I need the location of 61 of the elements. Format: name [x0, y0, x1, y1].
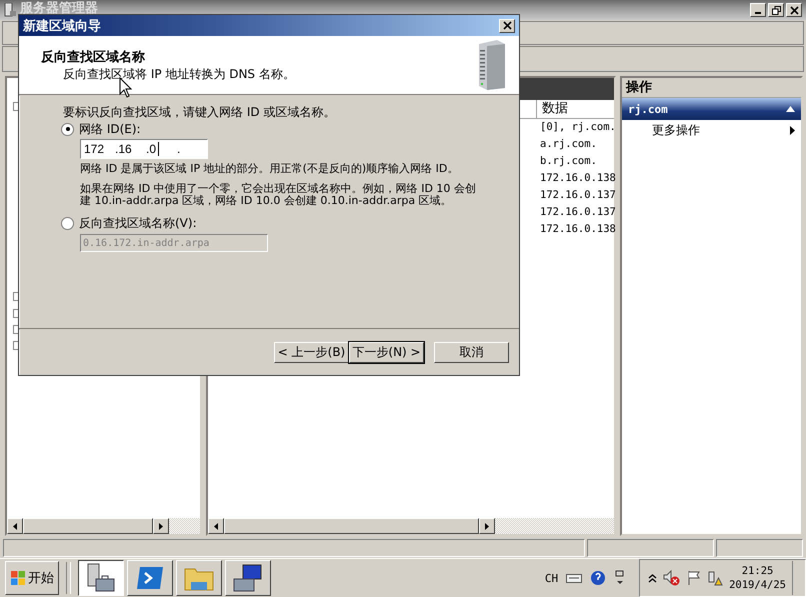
radio-option[interactable]: 网络 ID(E): [61, 121, 509, 137]
radio-button[interactable] [61, 122, 74, 136]
network-taskbar-button[interactable] [225, 560, 271, 596]
window-switch-icon[interactable] [614, 570, 626, 586]
close-icon [790, 6, 798, 14]
dialog-title: 新建区域向导 [23, 18, 101, 34]
close-button[interactable] [499, 18, 515, 32]
powershell-taskbar-button[interactable] [127, 560, 173, 596]
actions-group[interactable]: rj.com [622, 98, 801, 120]
chevron-up-icon[interactable] [648, 573, 658, 583]
collapse-icon[interactable] [786, 106, 795, 112]
submenu-arrow-icon [790, 126, 795, 134]
action-item[interactable]: 更多操作 [622, 120, 801, 140]
scroll-right-icon[interactable] [159, 522, 163, 530]
server-tower-icon [477, 40, 507, 90]
actions-header: 操作 [622, 78, 801, 98]
network-warning-icon[interactable] [707, 570, 724, 586]
explorer-taskbar-button[interactable] [176, 560, 222, 596]
prompt-icon [135, 564, 165, 592]
close-icon [502, 21, 512, 30]
table-cell: 172.16.0.138 [540, 223, 616, 235]
keyboard-icon[interactable] [566, 572, 582, 584]
radio-button[interactable] [61, 216, 74, 230]
radio-option[interactable]: 反向查找区域名称(V): [61, 215, 509, 231]
flag-icon[interactable] [687, 570, 702, 586]
minimize-button[interactable] [750, 3, 766, 17]
help-icon[interactable] [590, 570, 606, 586]
table-cell: 172.16.0.138 [540, 172, 616, 184]
windows-logo-icon [10, 570, 26, 586]
clock-date: 2019/4/25 [729, 578, 786, 592]
server-icon [4, 3, 16, 17]
help-text: 网络 ID 是属于该区域 IP 地址的部分。用正常(不是反向的)顺序输入网络 ID。 [80, 163, 460, 175]
window-title: 服务器管理器 [20, 0, 98, 17]
wizard-button[interactable]: < 上一步(B) [274, 342, 349, 363]
restore-button[interactable] [768, 3, 784, 17]
start-button[interactable]: 开始 [5, 561, 59, 595]
speaker-muted-icon[interactable] [663, 570, 682, 586]
table-cell: b.rj.com. [540, 155, 597, 167]
scroll-bar[interactable] [208, 518, 614, 534]
close-button[interactable] [786, 3, 802, 17]
help-text: 如果在网络 ID 中使用了一个零，它会出现在区域名称中。例如，网络 ID 10 会创建 10.in-addr.arpa 区域，网络 ID 10.0 会创建 0.10.in-addr.arpa 区域。 [80, 183, 477, 207]
wizard-button[interactable]: 下一步(N) > [349, 342, 424, 363]
table-cell: 172.16.0.137 [540, 189, 616, 201]
scroll-right-icon[interactable] [485, 522, 489, 530]
instruction-text: 要标识反向查找区域，请键入网络 ID 或区域名称。 [63, 104, 336, 121]
server-manager-taskbar-button[interactable] [78, 560, 124, 596]
clock-time: 21:25 [742, 564, 774, 578]
table-cell: 172.16.0.137 [540, 206, 616, 218]
language-indicator[interactable]: CH [544, 572, 558, 584]
page-heading: 反向查找区域名称 [41, 48, 146, 66]
minimize-icon [755, 12, 761, 14]
scroll-left-icon[interactable] [13, 522, 17, 530]
scroll-left-icon[interactable] [214, 522, 218, 530]
column-header[interactable]: 数据 [537, 100, 568, 118]
table-cell: a.rj.com. [540, 138, 597, 150]
table-cell: [0], rj.com. [540, 121, 616, 133]
ip-address-field[interactable]: 172 .16 .0 . [80, 139, 208, 159]
restore-icon [772, 6, 780, 14]
wizard-button[interactable]: 取消 [434, 342, 509, 363]
scroll-bar[interactable] [7, 518, 200, 534]
page-subheading: 反向查找区域将 IP 地址转换为 DNS 名称。 [63, 66, 295, 82]
